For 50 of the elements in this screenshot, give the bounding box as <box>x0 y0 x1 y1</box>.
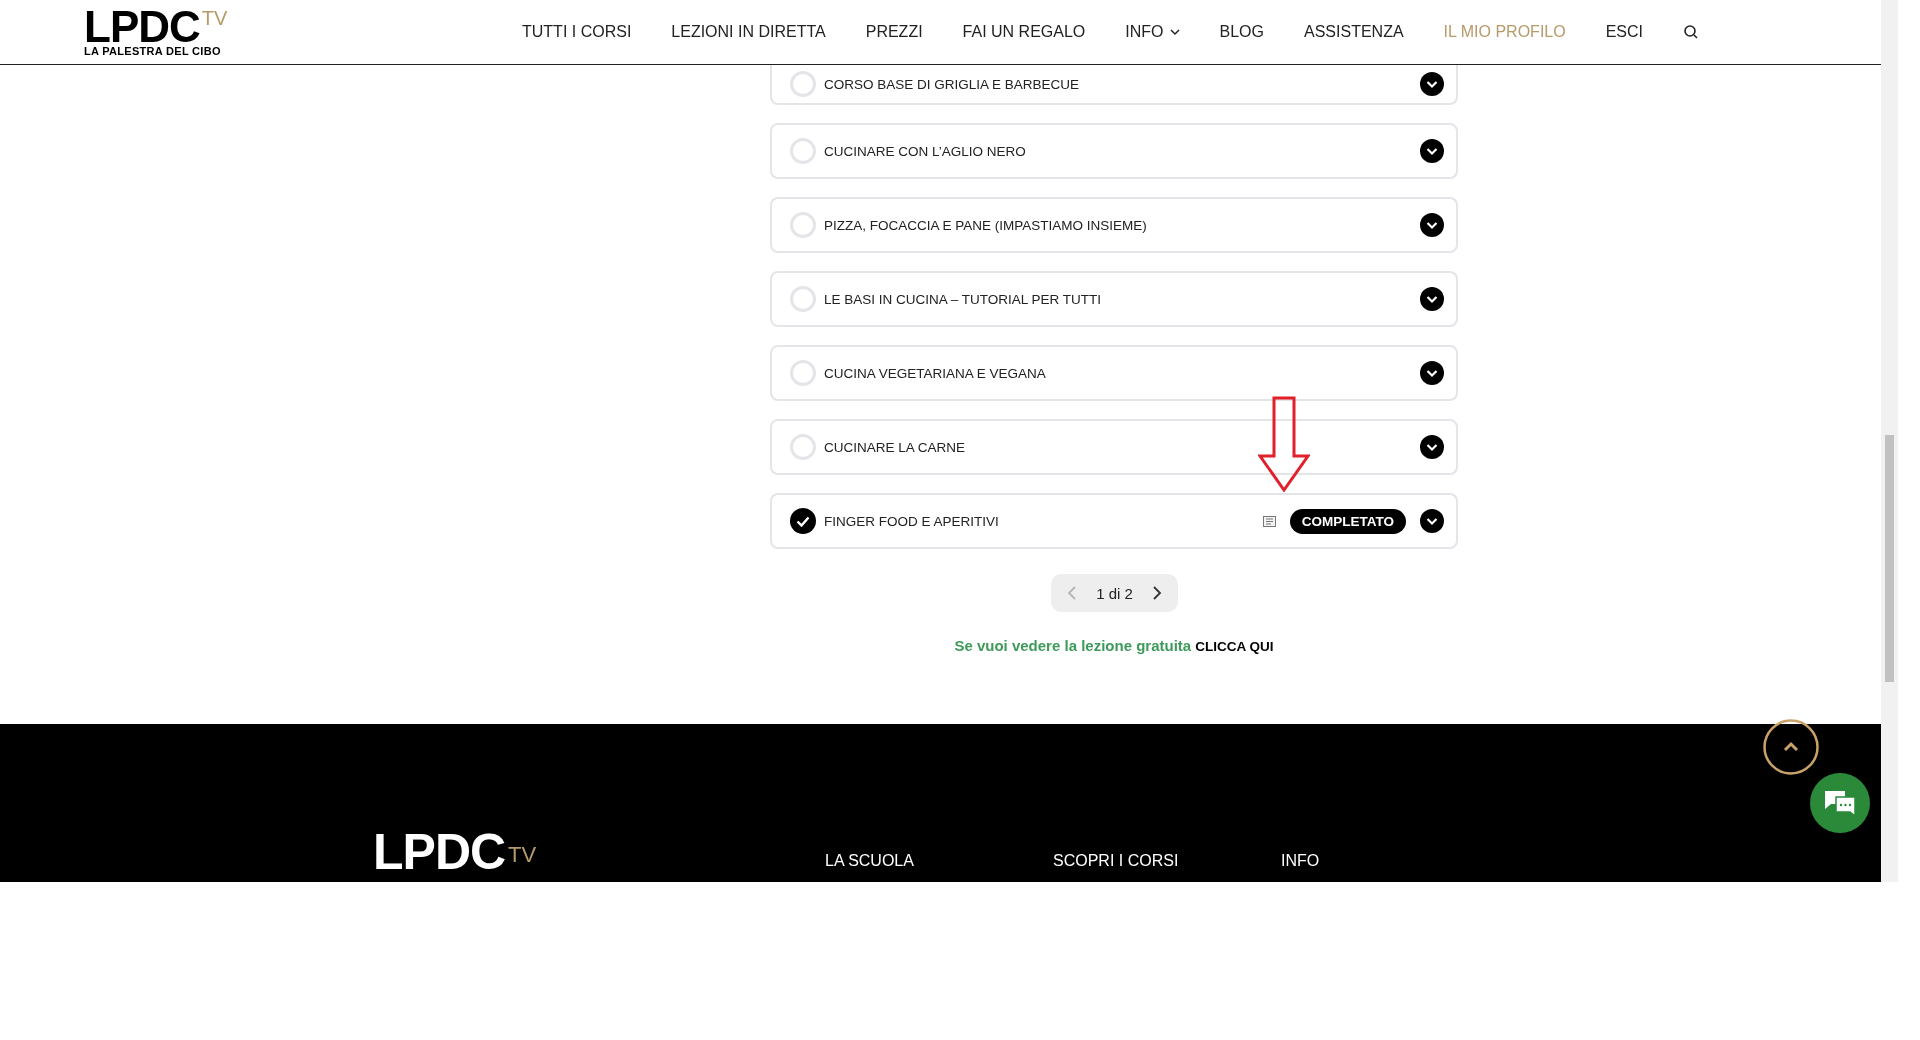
footer-heading: SCOPRI I CORSI <box>1053 852 1180 870</box>
chat-button[interactable] <box>1810 773 1870 833</box>
scrollbar[interactable] <box>1881 0 1898 882</box>
scroll-to-top-button[interactable] <box>1763 719 1819 775</box>
logo-suffix: TV <box>201 7 228 28</box>
footer-heading: INFO <box>1281 852 1321 870</box>
nav-link[interactable]: FAI UN REGALO <box>962 23 1086 41</box>
logo-wordmark: LPDC <box>373 828 506 876</box>
search-icon[interactable] <box>1683 24 1699 40</box>
nav-link[interactable]: ESCI <box>1605 23 1643 41</box>
free-lesson-text: Se vuoi vedere la lezione gratuita <box>954 637 1192 654</box>
nav-link[interactable]: LEZIONI IN DIRETTA <box>671 23 826 41</box>
lesson-title: CUCINARE LA CARNE <box>824 439 967 455</box>
lesson-card[interactable]: CUCINA VEGETARIANA E VEGANA <box>770 345 1458 401</box>
expand-chevron-icon[interactable] <box>1420 509 1444 533</box>
footer-logo[interactable]: LPDCTV <box>373 828 537 876</box>
lesson-title: CORSO BASE DI GRIGLIA E BARBECUE <box>824 76 1081 92</box>
expand-chevron-icon[interactable] <box>1420 213 1444 237</box>
nav-link[interactable]: INFO <box>1125 23 1180 41</box>
lesson-card[interactable]: PIZZA, FOCACCIA E PANE (IMPASTIAMO INSIEME) <box>770 197 1458 253</box>
expand-chevron-icon[interactable] <box>1420 287 1444 311</box>
nav-link[interactable]: ASSISTENZA <box>1304 23 1404 41</box>
nav-link[interactable]: TUTTI I CORSI <box>522 23 632 41</box>
completed-badge: COMPLETATO <box>1289 508 1406 534</box>
click-here-link[interactable]: CLICCA QUI <box>1195 639 1274 654</box>
expand-chevron-icon[interactable] <box>1420 435 1444 459</box>
lesson-card[interactable]: CUCINARE LA CARNE <box>770 419 1458 475</box>
lesson-title: CUCINARE CON L’AGLIO NERO <box>824 143 1027 159</box>
lesson-card[interactable]: LE BASI IN CUCINA – TUTORIAL PER TUTTI <box>770 271 1458 327</box>
lesson-card[interactable]: FINGER FOOD E APERITIVI COMPLETATO <box>770 493 1458 549</box>
lesson-card[interactable]: CORSO BASE DI GRIGLIA E BARBECUE <box>770 65 1458 105</box>
document-icon <box>1262 515 1276 527</box>
expand-chevron-icon[interactable] <box>1420 139 1444 163</box>
chevron-down-icon <box>1169 28 1180 36</box>
nav-link[interactable]: BLOG <box>1219 23 1264 41</box>
lesson-title: LE BASI IN CUCINA – TUTORIAL PER TUTTI <box>824 291 1103 307</box>
lesson-title: PIZZA, FOCACCIA E PANE (IMPASTIAMO INSIEME) <box>824 217 1148 233</box>
lesson-card[interactable]: CUCINARE CON L’AGLIO NERO <box>770 123 1458 179</box>
next-page-icon[interactable] <box>1152 585 1162 601</box>
lesson-title: CUCINA VEGETARIANA E VEGANA <box>824 365 1047 381</box>
expand-chevron-icon[interactable] <box>1420 361 1444 385</box>
scrollbar-thumb[interactable] <box>1885 435 1894 682</box>
lesson-title: FINGER FOOD E APERITIVI <box>824 513 1000 529</box>
logo-wordmark: LPDC <box>84 7 200 46</box>
expand-chevron-icon[interactable] <box>1420 72 1444 96</box>
logo-tagline: LA PALESTRA DEL CIBO <box>84 45 222 57</box>
logo-suffix: TV <box>508 842 537 868</box>
nav-link[interactable]: PREZZI <box>865 23 923 41</box>
footer-heading: LA SCUOLA <box>825 852 915 870</box>
page-indicator: 1 di 2 <box>1096 584 1133 602</box>
